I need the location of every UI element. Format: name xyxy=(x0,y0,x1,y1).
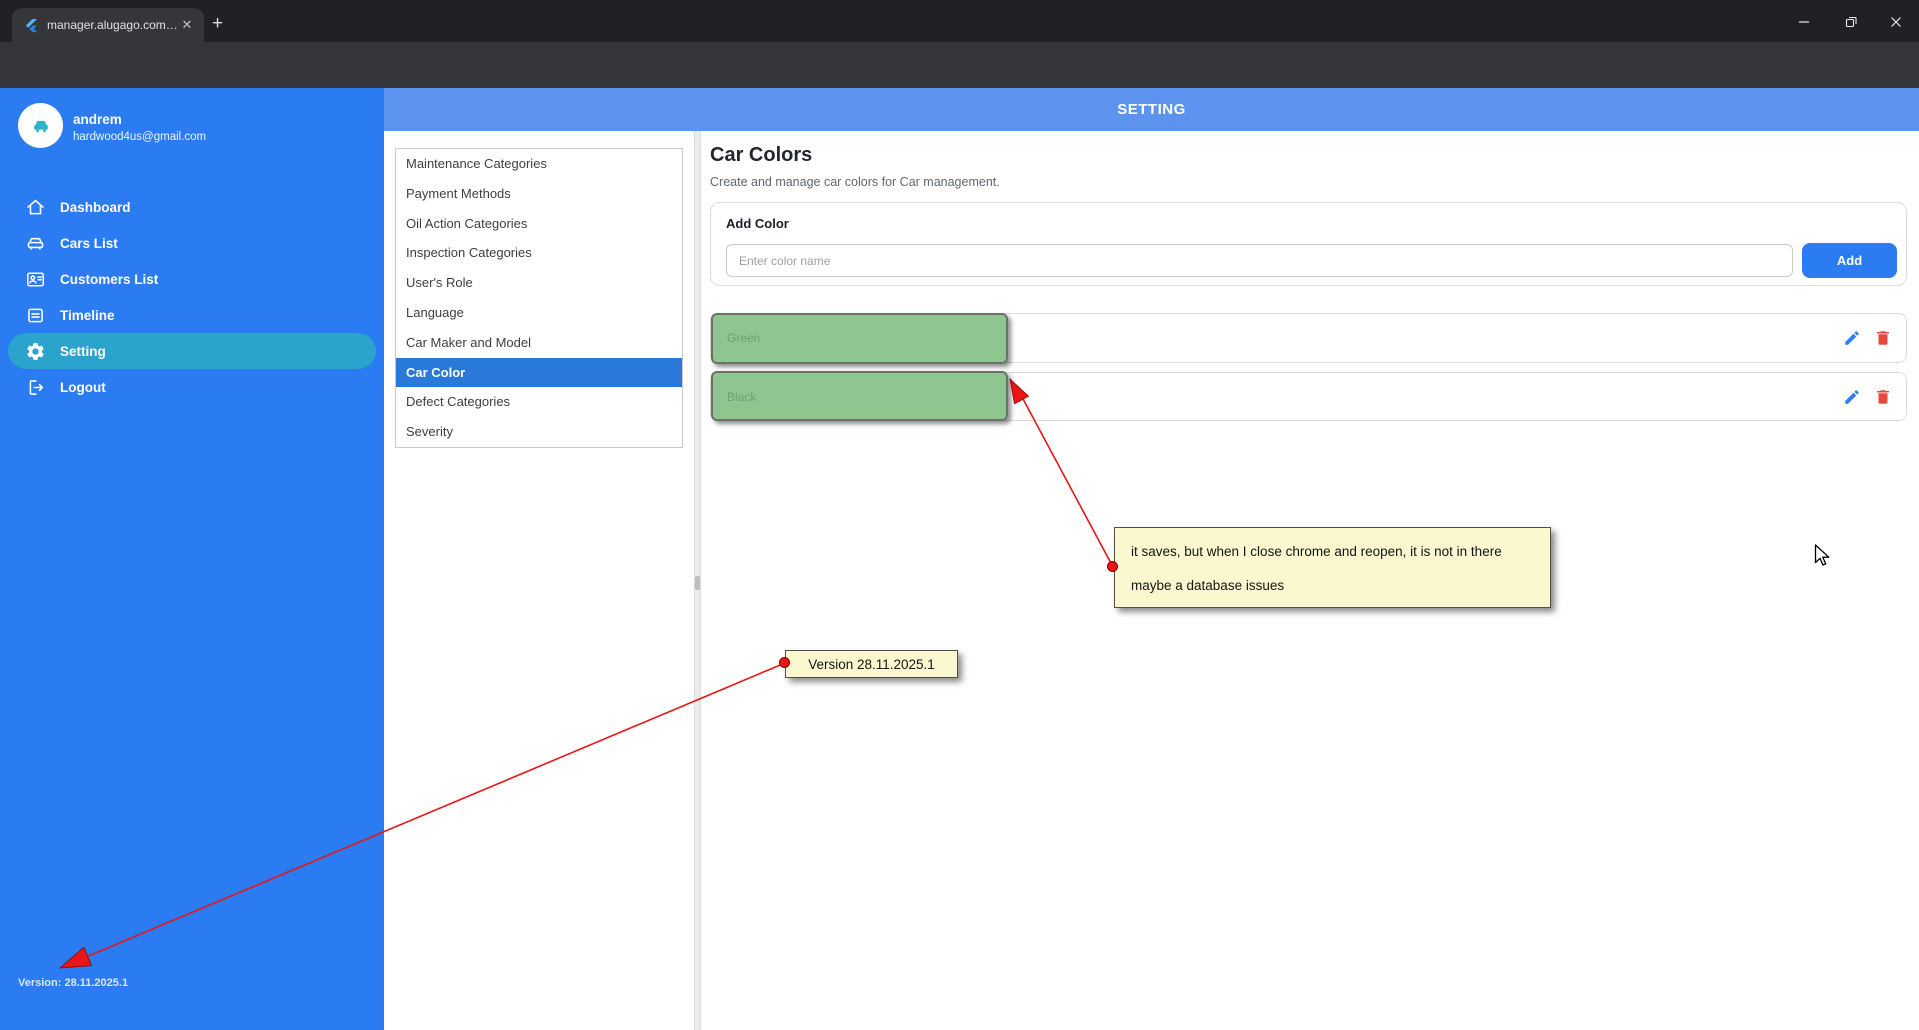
add-button[interactable]: Add xyxy=(1802,243,1897,278)
user-email: hardwood4us@gmail.com xyxy=(73,131,207,143)
annotation-dot xyxy=(1107,561,1118,572)
menu-item-users-role[interactable]: User's Role xyxy=(396,268,682,298)
edit-pencil-icon[interactable] xyxy=(1843,329,1861,347)
menu-item-car-maker-and-model[interactable]: Car Maker and Model xyxy=(396,328,682,358)
add-color-label: Add Color xyxy=(726,216,789,231)
timeline-icon xyxy=(24,304,46,326)
window-close-button[interactable] xyxy=(1883,12,1909,32)
browser-tab[interactable]: manager.alugago.com/setting ✕ xyxy=(12,8,204,42)
home-icon xyxy=(24,196,46,218)
page-header-bar: SETTING xyxy=(384,88,1919,131)
window-minimize-button[interactable] xyxy=(1791,12,1817,32)
settings-menu: Maintenance Categories Payment Methods O… xyxy=(395,148,683,448)
car-icon xyxy=(24,232,46,254)
avatar xyxy=(18,103,63,148)
new-tab-button[interactable]: + xyxy=(212,14,223,34)
menu-item-payment-methods[interactable]: Payment Methods xyxy=(396,179,682,209)
tab-close-icon[interactable]: ✕ xyxy=(178,16,196,34)
sidebar-item-setting[interactable]: Setting xyxy=(8,333,376,369)
app-sidebar: andrem hardwood4us@gmail.com Dashboard C… xyxy=(0,88,384,1030)
page-subtitle: Create and manage car colors for Car man… xyxy=(710,175,1000,189)
menu-item-defect-categories[interactable]: Defect Categories xyxy=(396,387,682,417)
annotation-note-version: Version 28.11.2025.1 xyxy=(785,650,958,678)
annotation-highlight-black xyxy=(711,371,1008,421)
edit-pencil-icon[interactable] xyxy=(1843,388,1861,406)
sidebar-item-cars-list[interactable]: Cars List xyxy=(8,225,376,261)
sidebar-item-timeline[interactable]: Timeline xyxy=(8,297,376,333)
color-name-input[interactable] xyxy=(726,244,1793,277)
browser-toolbar: manager.alugago.com/setting Incognito xyxy=(0,42,1919,124)
logout-icon xyxy=(24,376,46,398)
panel-divider-handle[interactable] xyxy=(695,576,700,590)
menu-item-inspection-categories[interactable]: Inspection Categories xyxy=(396,238,682,268)
delete-trash-icon[interactable] xyxy=(1874,329,1892,347)
flutter-favicon-icon xyxy=(24,18,39,33)
sidebar-item-dashboard[interactable]: Dashboard xyxy=(8,189,376,225)
menu-item-severity[interactable]: Severity xyxy=(396,417,682,447)
customers-icon xyxy=(24,268,46,290)
note-line: it saves, but when I close chrome and re… xyxy=(1131,544,1502,559)
page-header-title: SETTING xyxy=(1117,101,1186,118)
menu-item-car-color[interactable]: Car Color xyxy=(396,357,682,388)
tab-title: manager.alugago.com/setting xyxy=(47,18,178,32)
browser-tab-strip: manager.alugago.com/setting ✕ + xyxy=(0,0,1919,42)
menu-item-oil-action-categories[interactable]: Oil Action Categories xyxy=(396,209,682,239)
annotation-highlight-green xyxy=(711,313,1008,364)
note-line: maybe a database issues xyxy=(1131,578,1285,593)
page-title: Car Colors xyxy=(710,144,813,166)
mouse-cursor xyxy=(1814,544,1836,568)
user-name: andrem xyxy=(73,112,122,127)
annotation-dot xyxy=(779,657,790,668)
sidebar-nav: Dashboard Cars List Customers List Timel… xyxy=(0,189,384,405)
sidebar-item-logout[interactable]: Logout xyxy=(8,369,376,405)
sidebar-version-text: Version: 28.11.2025.1 xyxy=(18,977,129,989)
annotation-note-save: it saves, but when I close chrome and re… xyxy=(1114,527,1551,608)
gear-icon xyxy=(24,340,46,362)
delete-trash-icon[interactable] xyxy=(1874,388,1892,406)
window-restore-button[interactable] xyxy=(1838,12,1864,32)
menu-item-language[interactable]: Language xyxy=(396,298,682,328)
sidebar-item-customers-list[interactable]: Customers List xyxy=(8,261,376,297)
menu-item-maintenance-categories[interactable]: Maintenance Categories xyxy=(396,149,682,179)
